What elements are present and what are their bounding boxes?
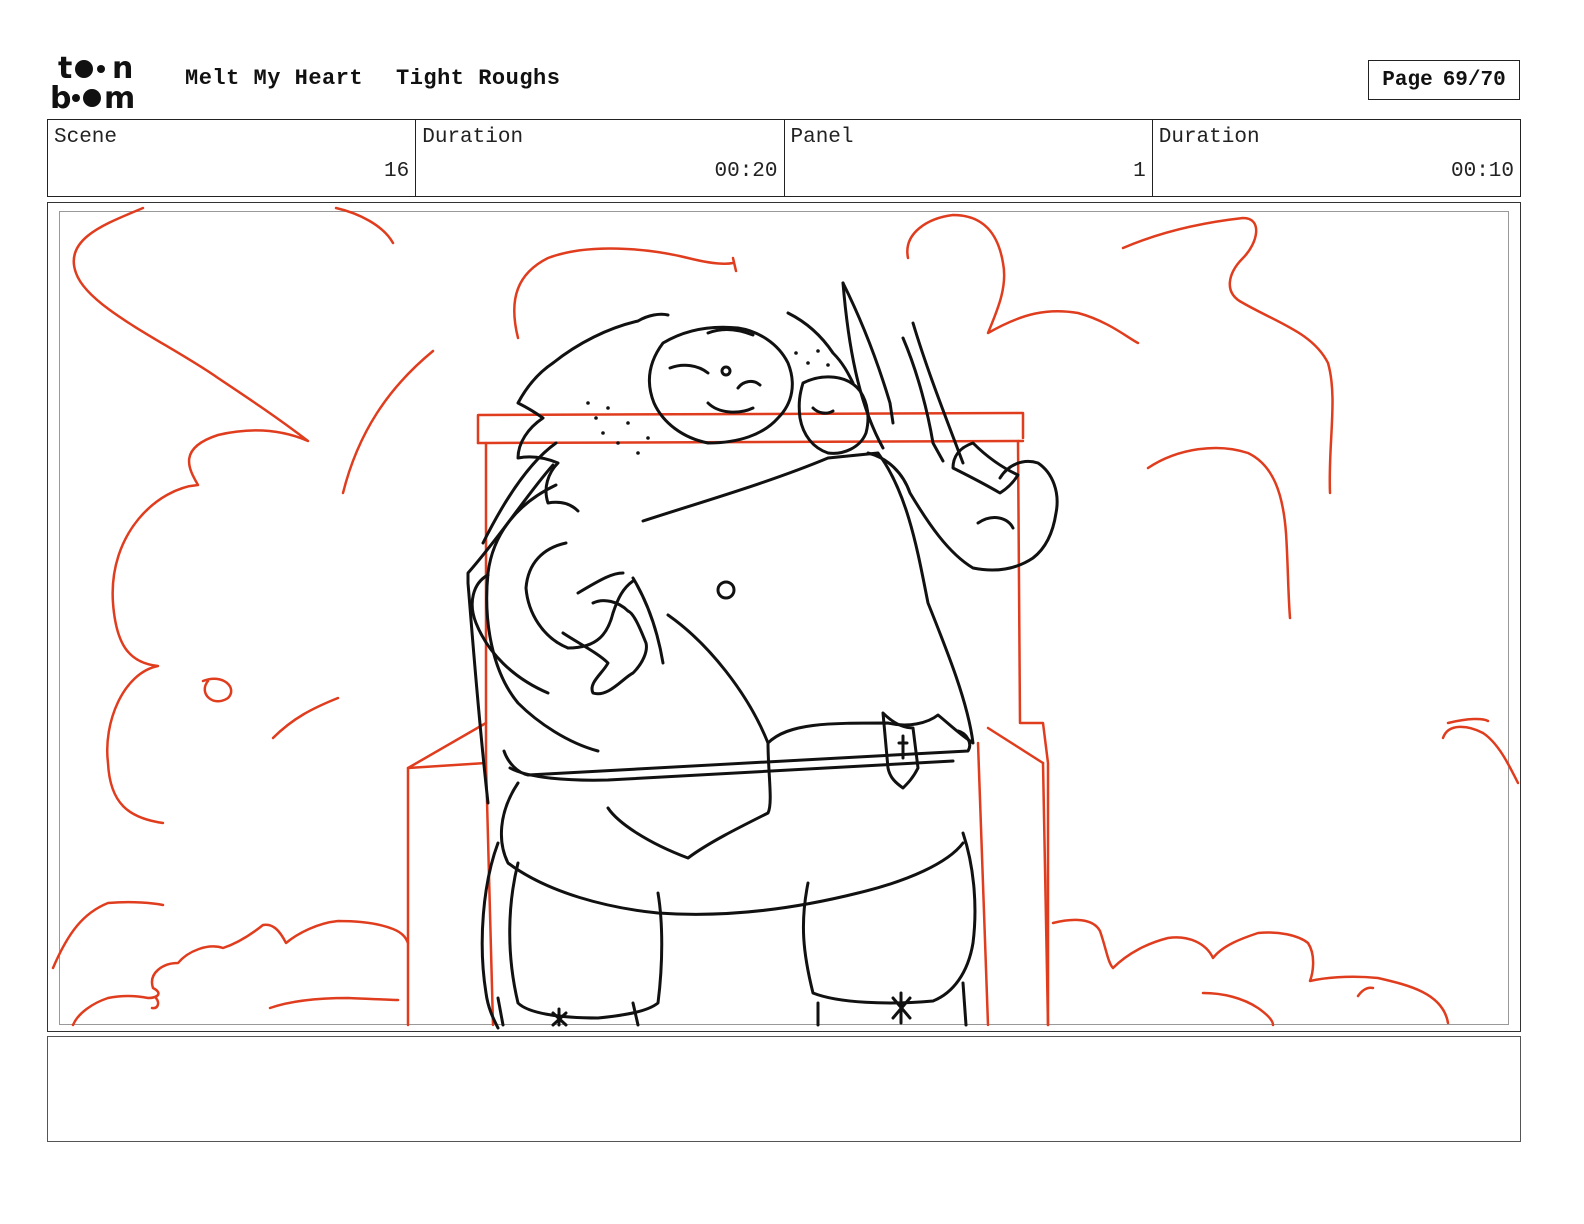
project-title: Melt My Heart	[185, 66, 364, 91]
panel-duration-value: 00:10	[1450, 160, 1514, 183]
panel-duration-cell: Duration 00:10	[1151, 120, 1520, 196]
scene-label: Scene	[54, 126, 118, 149]
storyboard-panel	[47, 202, 1521, 1032]
scene-cell: Scene 16	[48, 120, 415, 196]
panel-duration-label: Duration	[1158, 126, 1260, 149]
background-smoke-sketch	[51, 206, 1519, 1027]
panel-notes	[47, 1036, 1521, 1142]
toon-boom-logo: t n b m	[50, 52, 135, 112]
page-indicator: Page 69/70	[1368, 60, 1520, 100]
panel-cell: Panel 1	[783, 120, 1152, 196]
sequence-title: Tight Roughs	[396, 66, 561, 91]
character-sketch	[466, 281, 1059, 1030]
scene-duration-value: 00:20	[714, 160, 778, 183]
panel-sketch	[51, 206, 1519, 1030]
svg-text:b: b	[50, 81, 71, 112]
panel-label: Panel	[790, 126, 854, 149]
page-number: 69/70	[1442, 68, 1506, 92]
scene-duration-cell: Duration 00:20	[415, 120, 783, 196]
svg-text:m: m	[104, 81, 135, 112]
page-label: Page	[1382, 68, 1433, 92]
scene-duration-label: Duration	[422, 126, 524, 149]
scene-info-table: Scene 16 Duration 00:20 Panel 1 Duration…	[47, 119, 1521, 197]
panel-value: 1	[1133, 160, 1146, 183]
scene-value: 16	[384, 160, 410, 183]
